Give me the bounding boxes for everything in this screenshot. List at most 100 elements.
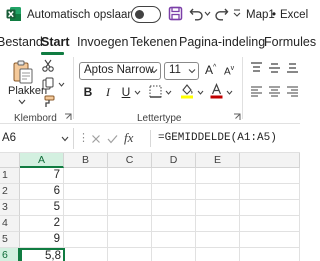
empty-cell[interactable]: [152, 248, 196, 261]
copy-icon[interactable]: [42, 77, 54, 90]
row-header-4[interactable]: 4: [0, 216, 20, 232]
empty-cell[interactable]: [108, 200, 152, 216]
cell-a1[interactable]: 7: [20, 168, 64, 184]
fill-color-dropdown-icon[interactable]: [197, 90, 204, 95]
empty-cell[interactable]: [196, 200, 240, 216]
align-center-icon[interactable]: [268, 86, 281, 98]
grow-font-icon[interactable]: A^: [205, 63, 216, 77]
italic-button[interactable]: I: [101, 85, 115, 100]
formula-bar-grip-icon[interactable]: ⋮: [78, 131, 89, 144]
fill-color-icon[interactable]: [180, 83, 194, 99]
undo-dropdown-icon[interactable]: [204, 11, 211, 17]
borders-icon[interactable]: [149, 85, 162, 98]
font-size-box[interactable]: 11: [164, 62, 199, 80]
font-color-dropdown-icon[interactable]: [226, 90, 233, 95]
cell-a3[interactable]: 5: [20, 200, 64, 216]
tab-bestand[interactable]: Bestand: [0, 35, 43, 49]
font-name-box[interactable]: Aptos Narrow: [79, 62, 161, 80]
row-header-5[interactable]: 5: [0, 232, 20, 248]
name-box-value: A6: [2, 132, 17, 144]
worksheet-grid[interactable]: A B C D E 1 2 3 4 5 6 7 6 5 2 9 5,8: [0, 153, 300, 261]
empty-cell[interactable]: [108, 184, 152, 200]
column-header-a[interactable]: A: [20, 153, 64, 168]
empty-cell[interactable]: [240, 168, 300, 184]
empty-cell[interactable]: [240, 232, 300, 248]
enter-icon[interactable]: [107, 134, 118, 144]
tab-formules[interactable]: Formules: [264, 35, 316, 49]
row-header-2[interactable]: 2: [0, 184, 20, 200]
empty-cell[interactable]: [240, 184, 300, 200]
paste-icon[interactable]: [12, 60, 34, 84]
font-launcher-icon[interactable]: [233, 113, 241, 121]
empty-cell[interactable]: [196, 184, 240, 200]
empty-cell[interactable]: [64, 184, 108, 200]
align-left-icon[interactable]: [250, 86, 263, 98]
font-size-dropdown-icon[interactable]: [188, 67, 196, 75]
tab-pagina-indeling[interactable]: Pagina-indeling: [179, 35, 265, 49]
empty-cell[interactable]: [108, 248, 152, 261]
borders-dropdown-icon[interactable]: [165, 90, 172, 95]
empty-cell[interactable]: [196, 232, 240, 248]
empty-cell[interactable]: [64, 168, 108, 184]
font-name-dropdown-icon[interactable]: [150, 67, 158, 75]
cell-a5[interactable]: 9: [20, 232, 64, 248]
tab-tekenen[interactable]: Tekenen: [130, 35, 177, 49]
select-all-corner[interactable]: [0, 153, 20, 168]
empty-cell[interactable]: [108, 216, 152, 232]
column-header-f[interactable]: [240, 153, 300, 168]
row-header-3[interactable]: 3: [0, 200, 20, 216]
formula-input[interactable]: =GEMIDDELDE(A1:A5): [158, 132, 277, 144]
align-bottom-icon[interactable]: [286, 62, 299, 74]
autosave-toggle[interactable]: [131, 6, 161, 23]
customize-qat-icon[interactable]: [233, 9, 241, 18]
save-icon[interactable]: [168, 6, 183, 21]
underline-button[interactable]: U: [119, 85, 133, 99]
paste-dropdown-icon[interactable]: [18, 99, 26, 105]
redo-icon[interactable]: [214, 6, 229, 21]
copy-dropdown-icon[interactable]: [58, 82, 65, 87]
empty-cell[interactable]: [152, 184, 196, 200]
bold-button[interactable]: B: [81, 85, 95, 99]
tab-start[interactable]: Start: [41, 35, 69, 49]
empty-cell[interactable]: [196, 248, 240, 261]
align-right-icon[interactable]: [286, 86, 299, 98]
empty-cell[interactable]: [240, 248, 300, 261]
name-box-dropdown-icon[interactable]: [61, 136, 69, 142]
align-middle-icon[interactable]: [268, 62, 281, 74]
column-header-b[interactable]: B: [64, 153, 108, 168]
empty-cell[interactable]: [64, 200, 108, 216]
cancel-icon[interactable]: [91, 134, 101, 144]
column-header-e[interactable]: E: [196, 153, 240, 168]
cell-a6-active[interactable]: 5,8: [20, 248, 65, 261]
empty-cell[interactable]: [64, 248, 108, 261]
document-title[interactable]: Map1: [246, 9, 275, 21]
empty-cell[interactable]: [152, 216, 196, 232]
shrink-font-icon[interactable]: Av: [224, 65, 234, 77]
tab-invoegen[interactable]: Invoegen: [77, 35, 128, 49]
row-header-6[interactable]: 6: [0, 248, 20, 261]
row-header-1[interactable]: 1: [0, 168, 20, 184]
cell-a2[interactable]: 6: [20, 184, 64, 200]
font-color-icon[interactable]: [210, 83, 223, 99]
empty-cell[interactable]: [152, 232, 196, 248]
format-painter-icon[interactable]: [42, 95, 55, 108]
empty-cell[interactable]: [108, 232, 152, 248]
column-header-d[interactable]: D: [152, 153, 196, 168]
cell-a4[interactable]: 2: [20, 216, 64, 232]
clipboard-launcher-icon[interactable]: [64, 113, 72, 121]
column-header-c[interactable]: C: [108, 153, 152, 168]
align-top-icon[interactable]: [250, 62, 263, 74]
insert-function-icon[interactable]: fx: [124, 130, 133, 146]
empty-cell[interactable]: [64, 216, 108, 232]
cut-icon[interactable]: [42, 59, 54, 72]
empty-cell[interactable]: [152, 168, 196, 184]
empty-cell[interactable]: [240, 216, 300, 232]
underline-dropdown-icon[interactable]: [134, 90, 141, 95]
empty-cell[interactable]: [64, 232, 108, 248]
empty-cell[interactable]: [152, 200, 196, 216]
empty-cell[interactable]: [196, 168, 240, 184]
empty-cell[interactable]: [108, 168, 152, 184]
empty-cell[interactable]: [196, 216, 240, 232]
undo-icon[interactable]: [189, 6, 204, 21]
empty-cell[interactable]: [240, 200, 300, 216]
